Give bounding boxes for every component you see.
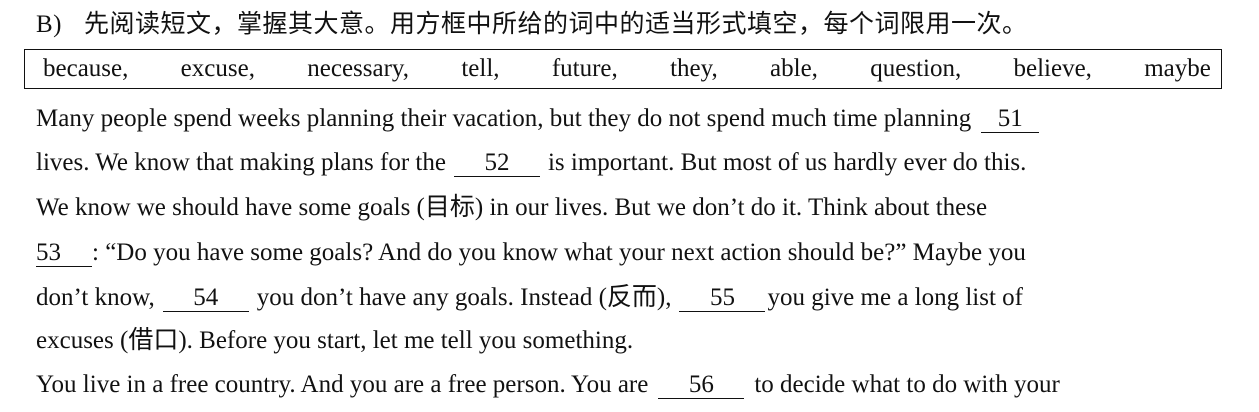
passage-text: excuses (借口). Before you start, let me t…: [36, 327, 634, 354]
section-label: B): [36, 11, 62, 38]
blank-55[interactable]: 55: [679, 285, 766, 312]
passage-text: is important. But most of us hardly ever…: [547, 149, 1027, 176]
passage-line: lives. We know that making plans for the…: [36, 148, 1216, 178]
passage-line: We know we should have some goals (目标) i…: [36, 193, 1216, 223]
passage-text: don’t know,: [36, 284, 155, 311]
word-box-item: maybe: [1144, 55, 1211, 82]
passage-text: you give me a long list of: [767, 284, 1024, 311]
section-heading: B) 先阅读短文，掌握其大意。用方框中所给的词中的适当形式填空，每个词限用一次。: [36, 4, 1028, 40]
passage-line: don’t know, 54 you don’t have any goals. I…: [36, 283, 1216, 313]
blank-56[interactable]: 56: [658, 372, 745, 399]
passage-line: 53: “Do you have some goals? And do you …: [36, 238, 1216, 268]
passage-text: you don’t have any goals. Instead (反而),: [256, 284, 672, 311]
word-box-item: excuse,: [180, 55, 255, 82]
exercise-page: B) 先阅读短文，掌握其大意。用方框中所给的词中的适当形式填空，每个词限用一次。 …: [0, 0, 1259, 412]
passage-line: You live in a free country. And you are …: [36, 370, 1216, 400]
word-box-item: they,: [670, 55, 718, 82]
word-box-item: necessary,: [307, 55, 410, 82]
word-box-item: because,: [43, 55, 129, 82]
word-box: because, excuse, necessary, tell, future…: [24, 49, 1222, 89]
passage-text: lives. We know that making plans for the: [36, 149, 446, 176]
word-box-item: future,: [551, 55, 618, 82]
word-box-item: believe,: [1013, 55, 1092, 82]
passage-text: We know we should have some goals (目标) i…: [36, 194, 988, 221]
passage-text: to decide what to do with your: [754, 371, 1060, 398]
blank-53[interactable]: 53: [36, 240, 92, 267]
passage-text: You live in a free country. And you are …: [36, 371, 649, 398]
blank-51[interactable]: 51: [981, 106, 1040, 133]
blank-52[interactable]: 52: [453, 150, 540, 177]
passage-text: Many people spend weeks planning their v…: [36, 105, 972, 132]
word-box-item: question,: [870, 55, 962, 82]
passage-line: excuses (借口). Before you start, let me t…: [36, 326, 1216, 356]
section-instruction: 先阅读短文，掌握其大意。用方框中所给的词中的适当形式填空，每个词限用一次。: [84, 11, 1028, 38]
passage-text: : “Do you have some goals? And do you kn…: [92, 239, 1026, 266]
word-box-item: able,: [770, 55, 818, 82]
blank-54[interactable]: 54: [162, 285, 249, 312]
passage-line: Many people spend weeks planning their v…: [36, 104, 1216, 134]
word-box-item: tell,: [461, 55, 500, 82]
